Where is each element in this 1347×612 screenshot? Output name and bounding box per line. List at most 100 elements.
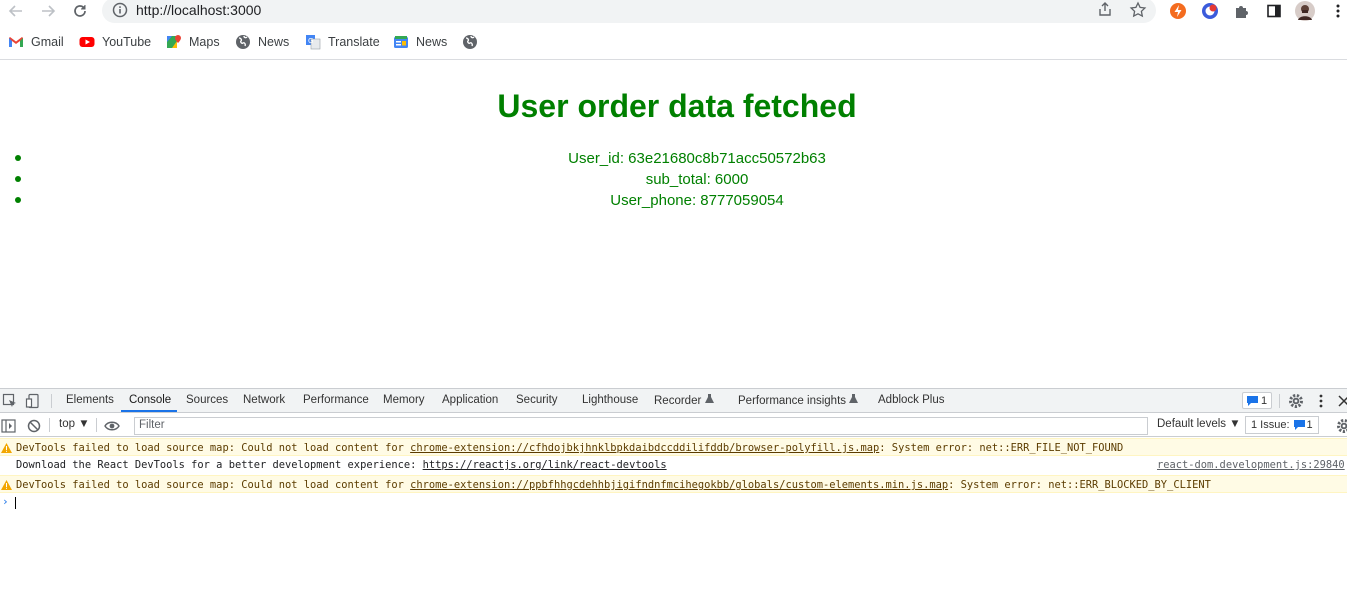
star-icon[interactable] xyxy=(1129,1,1147,19)
bookmark-label: Maps xyxy=(189,35,220,49)
message-text: DevTools failed to load source map: Coul… xyxy=(16,442,411,454)
sidebar-toggle-icon[interactable] xyxy=(1,418,17,434)
eye-icon[interactable] xyxy=(104,418,120,434)
globe-icon xyxy=(236,35,250,49)
source-location-link[interactable]: react-dom.development.js:29840 xyxy=(1157,456,1345,474)
issues-badge: 1 xyxy=(1293,419,1313,431)
divider xyxy=(49,418,50,432)
list-item: User_id: 63e21680c8b71acc50572b63 xyxy=(15,148,1347,169)
warning-icon xyxy=(1,443,12,453)
bookmark-label: YouTube xyxy=(102,35,152,49)
user-id-text: User_id: 63e21680c8b71acc50572b63 xyxy=(568,150,826,167)
side-panel-icon[interactable] xyxy=(1264,1,1284,21)
tab-performance-insights[interactable]: Performance insights xyxy=(738,394,859,407)
bookmark-news[interactable]: News xyxy=(235,33,289,51)
profile-avatar[interactable] xyxy=(1295,1,1315,21)
close-icon[interactable] xyxy=(1336,393,1347,409)
tab-performance-insights-label: Performance insights xyxy=(738,395,847,407)
inspect-element-icon[interactable] xyxy=(2,393,18,409)
tab-elements[interactable]: Elements xyxy=(66,394,114,406)
log-levels-label: Default levels xyxy=(1157,418,1227,430)
console-settings-icon[interactable] xyxy=(1336,418,1347,434)
source-map-link[interactable]: chrome-extension://ppbfhhgcdehhbjigifndn… xyxy=(410,479,948,491)
active-tab-indicator xyxy=(121,410,177,412)
device-toolbar-icon[interactable] xyxy=(25,393,41,409)
bookmark-globe[interactable] xyxy=(462,33,485,51)
warning-icon xyxy=(1,480,12,490)
reload-icon[interactable] xyxy=(70,0,90,22)
message-icon xyxy=(1293,420,1305,430)
divider xyxy=(51,394,52,408)
bookmarks-bar: Gmail YouTube Maps News G Translate News xyxy=(0,24,1347,60)
forward-icon[interactable] xyxy=(38,0,58,22)
tab-network[interactable]: Network xyxy=(243,394,285,406)
message-text: Download the React DevTools for a better… xyxy=(16,459,423,471)
bookmark-translate[interactable]: G Translate xyxy=(305,33,380,51)
user-phone-text: User_phone: 8777059054 xyxy=(610,192,784,209)
bookmark-maps[interactable]: Maps xyxy=(166,33,220,51)
experiment-flask-icon xyxy=(704,394,714,403)
tab-performance[interactable]: Performance xyxy=(303,394,369,406)
filter-input[interactable]: Filter xyxy=(134,417,1148,435)
tab-lighthouse[interactable]: Lighthouse xyxy=(582,394,638,406)
issues-button[interactable]: 1 Issue: 1 xyxy=(1245,416,1319,434)
youtube-icon xyxy=(79,37,95,47)
source-map-link[interactable]: chrome-extension://cfhdojbkjhnklbpkdaibd… xyxy=(410,442,879,454)
bookmark-news-2[interactable]: News xyxy=(393,33,447,51)
message-icon xyxy=(1247,395,1258,406)
log-levels-dropdown[interactable]: Default levels ▼ xyxy=(1157,418,1241,430)
info-icon[interactable] xyxy=(111,1,129,19)
chevron-down-icon: ▼ xyxy=(78,418,90,430)
message-text: : System error: net::ERR_BLOCKED_BY_CLIE… xyxy=(948,479,1211,491)
puzzle-icon[interactable] xyxy=(1232,1,1252,21)
console-prompt[interactable]: › xyxy=(2,495,1342,511)
bookmark-label: News xyxy=(416,35,448,49)
devtools-tab-bar: Elements Console Sources Network Perform… xyxy=(0,389,1347,413)
prompt-chevron-icon: › xyxy=(2,495,9,508)
sub-total-text: sub_total: 6000 xyxy=(645,171,749,188)
experiment-flask-icon xyxy=(849,394,859,403)
tab-sources[interactable]: Sources xyxy=(186,394,228,406)
browser-toolbar: http://localhost:3000 xyxy=(0,0,1347,24)
react-devtools-link[interactable]: https://reactjs.org/link/react-devtools xyxy=(423,459,667,471)
divider xyxy=(1279,394,1280,408)
bullet xyxy=(15,197,21,203)
console-message-warning: DevTools failed to load source map: Coul… xyxy=(0,438,1347,456)
list-item: User_phone: 8777059054 xyxy=(15,190,1347,211)
bookmark-label: Translate xyxy=(328,35,380,49)
tab-security[interactable]: Security xyxy=(516,394,558,406)
share-icon[interactable] xyxy=(1096,1,1114,19)
clear-console-icon[interactable] xyxy=(26,418,42,434)
address-bar[interactable]: http://localhost:3000 xyxy=(102,0,1156,23)
messages-badge[interactable]: 1 xyxy=(1242,392,1273,409)
tab-console[interactable]: Console xyxy=(129,394,171,406)
tab-memory[interactable]: Memory xyxy=(383,394,425,406)
tab-adblock-plus[interactable]: Adblock Plus xyxy=(878,394,944,406)
translate-icon: G xyxy=(306,35,321,50)
filter-placeholder: Filter xyxy=(139,419,165,431)
bookmark-label: Gmail xyxy=(31,35,64,49)
url-text: http://localhost:3000 xyxy=(136,2,262,18)
more-options-icon[interactable] xyxy=(1313,393,1329,409)
list-item: sub_total: 6000 xyxy=(15,169,1347,190)
bookmark-gmail[interactable]: Gmail xyxy=(8,33,64,51)
message-text: DevTools failed to load source map: Coul… xyxy=(16,479,411,491)
context-value: top xyxy=(59,418,75,430)
gmail-icon xyxy=(9,37,23,47)
bookmark-youtube[interactable]: YouTube xyxy=(79,33,151,51)
divider xyxy=(96,418,97,432)
text-caret xyxy=(15,497,16,509)
devtools-panel: Elements Console Sources Network Perform… xyxy=(0,388,1347,612)
console-message-warning: DevTools failed to load source map: Coul… xyxy=(0,475,1347,493)
settings-gear-icon[interactable] xyxy=(1288,393,1304,409)
issues-label: 1 Issue: xyxy=(1251,419,1290,431)
tab-application[interactable]: Application xyxy=(442,394,498,406)
tab-recorder[interactable]: Recorder xyxy=(654,394,714,407)
chrome-extension-icon[interactable] xyxy=(1200,1,1220,21)
context-selector[interactable]: top ▼ xyxy=(59,418,90,430)
message-text: : System error: net::ERR_FILE_NOT_FOUND xyxy=(879,442,1124,454)
menu-icon[interactable] xyxy=(1328,1,1347,21)
chevron-down-icon: ▼ xyxy=(1229,418,1241,430)
lightning-extension-icon[interactable] xyxy=(1168,1,1188,21)
back-icon[interactable] xyxy=(6,0,26,22)
